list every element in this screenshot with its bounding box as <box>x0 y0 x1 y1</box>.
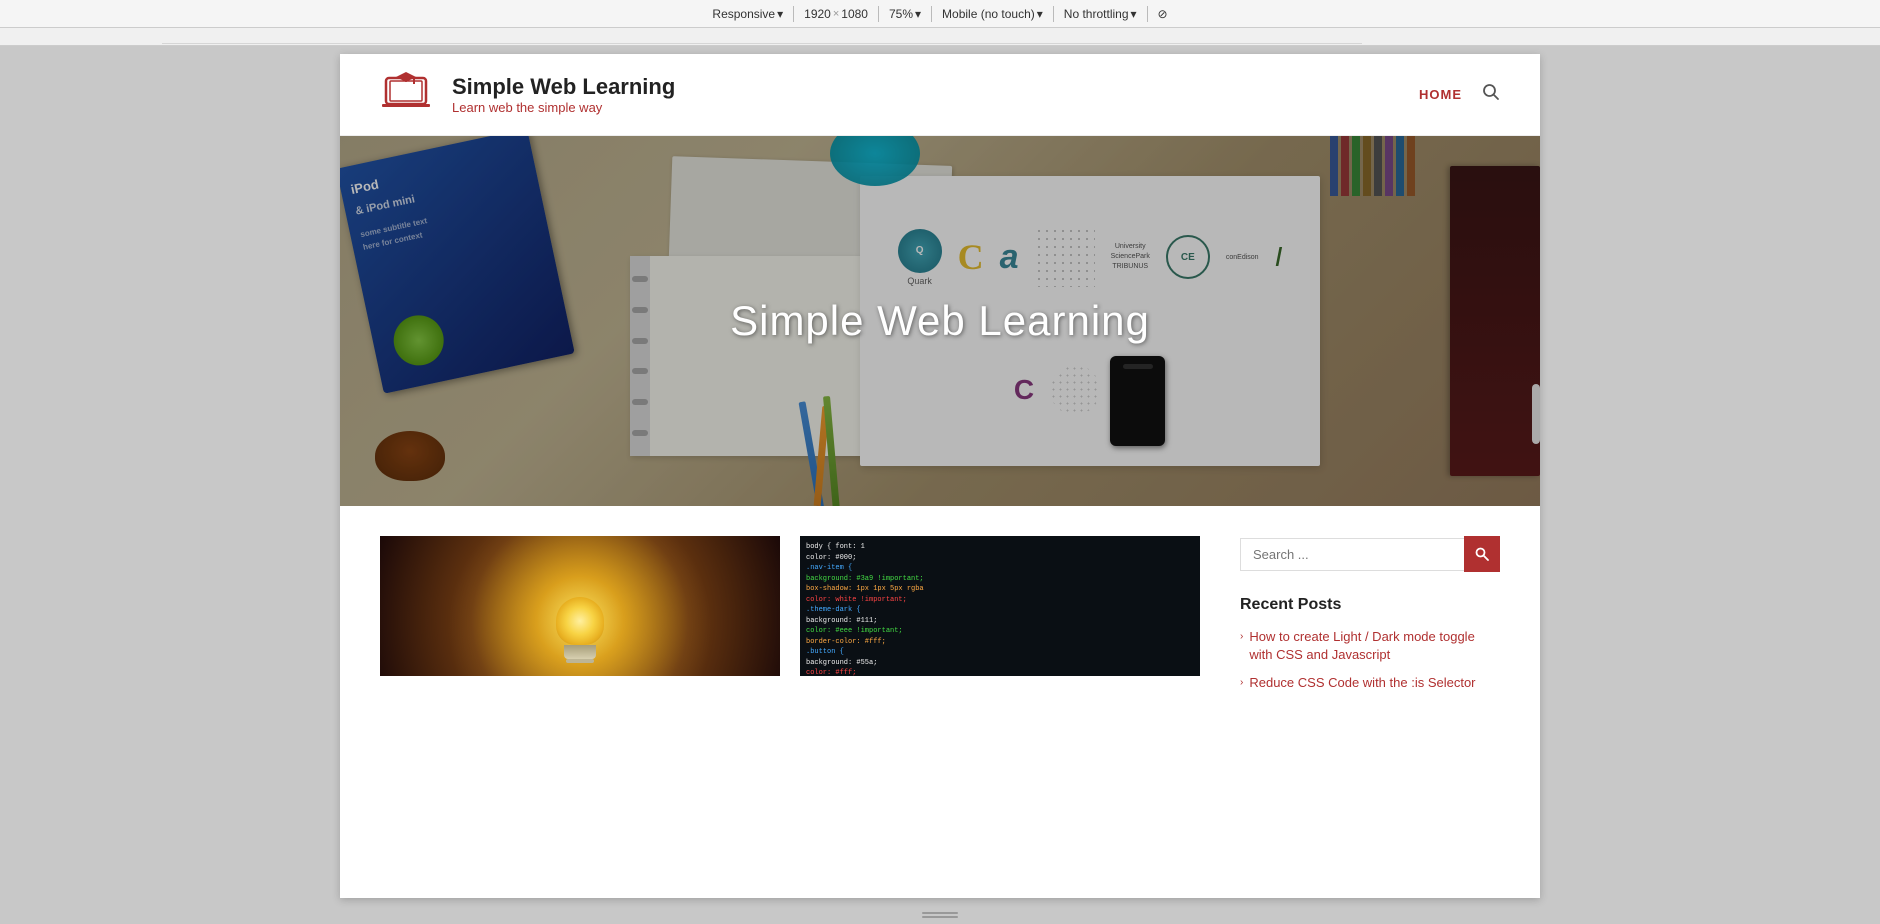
drag-line-1 <box>922 912 958 914</box>
site-nav: HOME <box>1419 83 1500 106</box>
recent-posts-section: Recent Posts › How to create Light / Dar… <box>1240 596 1500 693</box>
recent-post-text-2: Reduce CSS Code with the :is Selector <box>1249 674 1475 692</box>
post-card-2: body { font: 1 color: #000;.nav-item { b… <box>800 536 1200 703</box>
post-thumbnail-code[interactable]: body { font: 1 color: #000;.nav-item { b… <box>800 536 1200 676</box>
chevron-icon-1: › <box>1240 630 1243 644</box>
throttle-dropdown[interactable]: No throttling ▾ <box>1064 7 1137 21</box>
hero-title: Simple Web Learning <box>730 297 1150 345</box>
post-thumbnail-lightbulb[interactable] <box>380 536 780 676</box>
recent-post-1[interactable]: › How to create Light / Dark mode toggle… <box>1240 628 1500 664</box>
recent-post-text-1: How to create Light / Dark mode toggle w… <box>1249 628 1500 664</box>
posts-grid: body { font: 1 color: #000;.nav-item { b… <box>380 536 1200 703</box>
hero-banner: iPod & iPod mini some subtitle texthere … <box>340 136 1540 506</box>
dim-separator: × <box>833 8 839 20</box>
chevron-icon-2: › <box>1240 676 1243 690</box>
search-box <box>1240 536 1500 572</box>
viewport-width: 1920 <box>804 7 831 21</box>
circle-button[interactable]: ⊘ <box>1158 7 1168 21</box>
search-input[interactable] <box>1240 538 1464 571</box>
throttle-label: No throttling <box>1064 7 1129 21</box>
bottom-drag-area[interactable] <box>0 906 1880 924</box>
site-title-area: Simple Web Learning Learn web the simple… <box>452 74 675 115</box>
viewport-dimensions: 1920 × 1080 <box>804 7 868 21</box>
mobile-arrow: ▾ <box>1037 7 1043 21</box>
devtools-toolbar: Responsive ▾ 1920 × 1080 75% ▾ Mobile (n… <box>0 0 1880 28</box>
site-logo[interactable] <box>380 70 432 119</box>
toolbar-sep-4 <box>1053 6 1054 22</box>
circle-icon: ⊘ <box>1158 7 1168 21</box>
nav-search-icon[interactable] <box>1482 83 1500 106</box>
viewport-height: 1080 <box>841 7 868 21</box>
viewport-container: Simple Web Learning Learn web the simple… <box>0 46 1880 906</box>
responsive-dropdown[interactable]: Responsive ▾ <box>712 7 783 21</box>
throttle-arrow: ▾ <box>1131 7 1137 21</box>
content-area: body { font: 1 color: #000;.nav-item { b… <box>340 506 1540 733</box>
toolbar-sep-2 <box>878 6 879 22</box>
nav-home[interactable]: HOME <box>1419 87 1462 102</box>
toolbar-sep-1 <box>793 6 794 22</box>
site-subtitle: Learn web the simple way <box>452 100 675 115</box>
zoom-arrow: ▾ <box>915 7 921 21</box>
search-icon <box>1475 547 1489 561</box>
zoom-dropdown[interactable]: 75% ▾ <box>889 7 921 21</box>
search-button[interactable] <box>1464 536 1500 572</box>
post-card-1 <box>380 536 780 703</box>
drag-handle[interactable] <box>922 912 958 918</box>
mobile-dropdown[interactable]: Mobile (no touch) ▾ <box>942 7 1043 21</box>
zoom-label: 75% <box>889 7 913 21</box>
responsive-label: Responsive <box>712 7 775 21</box>
toolbar-sep-5 <box>1147 6 1148 22</box>
sidebar: Recent Posts › How to create Light / Dar… <box>1240 536 1500 703</box>
ruler-horizontal: // inline ticks via JS not allowed in SV… <box>0 28 1880 46</box>
mobile-label: Mobile (no touch) <box>942 7 1035 21</box>
toolbar-sep-3 <box>931 6 932 22</box>
recent-post-2[interactable]: › Reduce CSS Code with the :is Selector <box>1240 674 1500 692</box>
scrollbar[interactable] <box>1532 384 1540 444</box>
dropdown-arrow: ▾ <box>777 7 783 21</box>
recent-posts-title: Recent Posts <box>1240 596 1500 614</box>
site-header: Simple Web Learning Learn web the simple… <box>340 54 1540 136</box>
laptop-icon <box>380 70 432 114</box>
site-title: Simple Web Learning <box>452 74 675 100</box>
site-frame: Simple Web Learning Learn web the simple… <box>340 54 1540 898</box>
